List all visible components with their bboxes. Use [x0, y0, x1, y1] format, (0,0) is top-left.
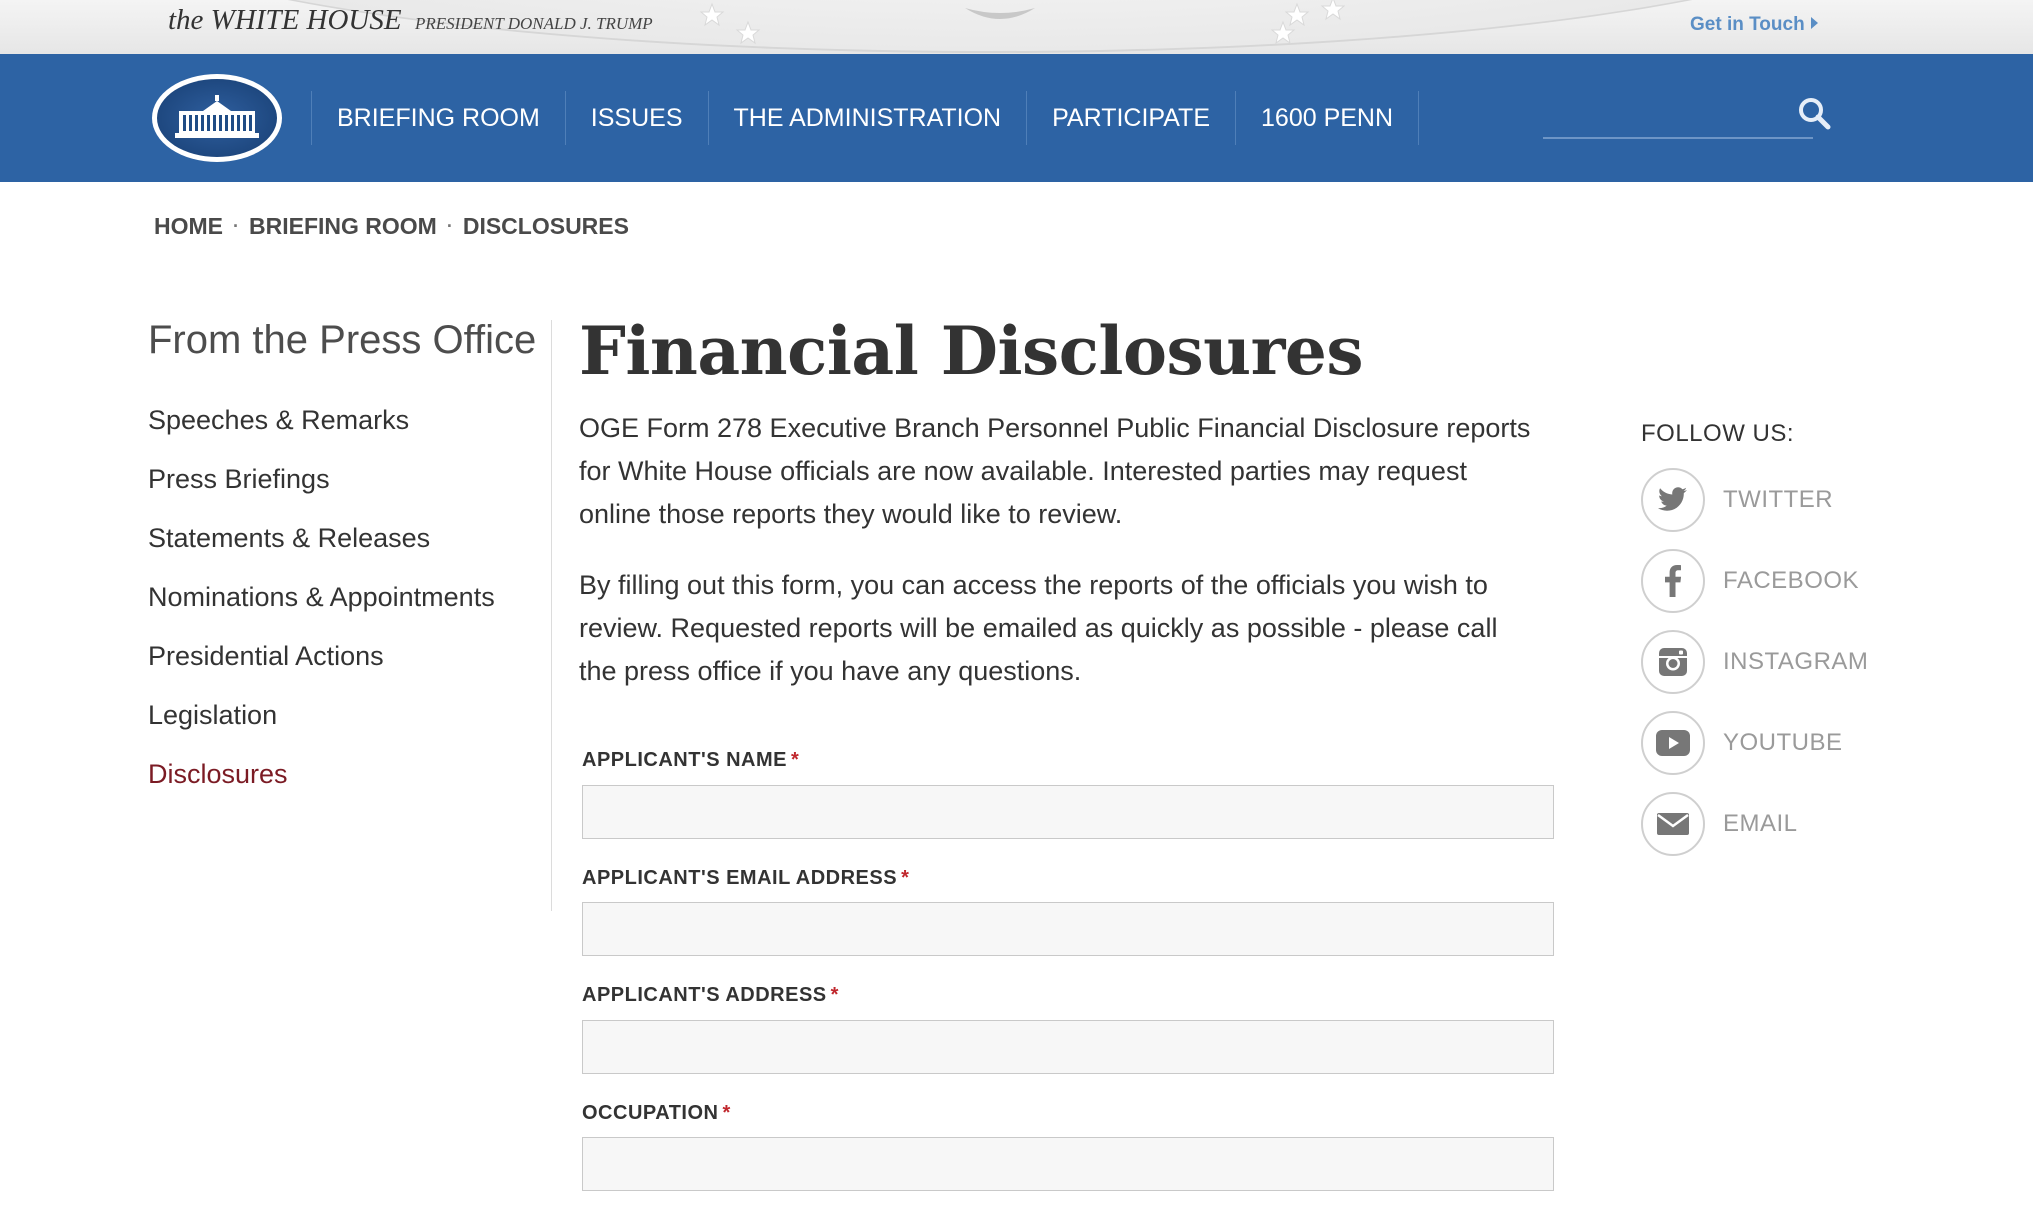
sidebar-item-nominations-appointments[interactable]: Nominations & Appointments	[148, 582, 495, 641]
applicant-name-field[interactable]	[582, 785, 1554, 839]
breadcrumb-separator: ·	[446, 216, 453, 236]
sidebar-item-press-briefings[interactable]: Press Briefings	[148, 464, 495, 523]
sidebar-item-statements-releases[interactable]: Statements & Releases	[148, 523, 495, 582]
nav-item-the-administration[interactable]: THE ADMINISTRATION	[707, 91, 1027, 145]
required-marker: *	[722, 1102, 731, 1124]
email-label: EMAIL	[1723, 810, 1798, 837]
search-input[interactable]	[1543, 104, 1793, 136]
nav-item-issues[interactable]: ISSUES	[564, 91, 708, 145]
applicant-email-label: APPLICANT'S EMAIL ADDRESS *	[582, 867, 909, 890]
applicant-email-field[interactable]	[582, 902, 1554, 956]
sidebar-item-disclosures[interactable]: Disclosures	[148, 759, 495, 818]
nav-item-briefing-room[interactable]: BRIEFING ROOM	[311, 91, 565, 145]
follow-facebook-link[interactable]: FACEBOOK	[1641, 549, 1859, 613]
email-icon	[1641, 792, 1705, 856]
top-banner: the WHITE HOUSE PRESIDENT DONALD J. TRUM…	[0, 0, 2033, 54]
instagram-icon	[1641, 630, 1705, 694]
white-house-logo[interactable]	[152, 74, 282, 162]
breadcrumb-disclosures[interactable]: DISCLOSURES	[463, 213, 629, 240]
main-nav: BRIEFING ROOM ISSUES THE ADMINISTRATION …	[0, 54, 2033, 182]
breadcrumb-home[interactable]: HOME	[154, 213, 223, 240]
required-marker: *	[790, 749, 800, 771]
page-title: Financial Disclosures	[579, 312, 1364, 390]
youtube-label: YOUTUBE	[1723, 729, 1843, 756]
get-in-touch-link[interactable]: Get in Touch	[1690, 14, 1818, 36]
applicant-name-label-text: APPLICANT'S NAME	[582, 749, 787, 771]
nav-menu: BRIEFING ROOM ISSUES THE ADMINISTRATION …	[311, 91, 1420, 145]
caret-right-icon	[1810, 17, 1818, 29]
site-subtitle: PRESIDENT DONALD J. TRUMP	[415, 14, 653, 33]
twitter-label: TWITTER	[1723, 486, 1834, 513]
sidebar-item-legislation[interactable]: Legislation	[148, 700, 495, 759]
instagram-label: INSTAGRAM	[1723, 648, 1869, 675]
breadcrumb-briefing-room[interactable]: BRIEFING ROOM	[249, 213, 437, 240]
sidebar-menu: Speeches & Remarks Press Briefings State…	[148, 405, 495, 818]
get-in-touch-label: Get in Touch	[1690, 14, 1805, 35]
search-icon[interactable]	[1797, 96, 1831, 130]
occupation-field[interactable]	[582, 1137, 1554, 1191]
twitter-icon	[1641, 468, 1705, 532]
occupation-label-text: OCCUPATION	[582, 1102, 719, 1124]
applicant-name-label: APPLICANT'S NAME *	[582, 749, 799, 772]
search-underline	[1543, 137, 1813, 139]
breadcrumb: HOME · BRIEFING ROOM · DISCLOSURES	[154, 213, 629, 240]
follow-us-heading: FOLLOW US:	[1641, 420, 1795, 447]
sidebar-divider	[551, 320, 552, 911]
follow-youtube-link[interactable]: YOUTUBE	[1641, 711, 1843, 775]
sidebar-title: From the Press Office	[148, 318, 537, 362]
applicant-address-label: APPLICANT'S ADDRESS *	[582, 984, 839, 1007]
follow-email-link[interactable]: EMAIL	[1641, 792, 1798, 856]
applicant-email-label-text: APPLICANT'S EMAIL ADDRESS	[582, 867, 898, 889]
site-brand[interactable]: the WHITE HOUSE	[168, 4, 402, 37]
instructions-paragraph: By filling out this form, you can access…	[579, 570, 1498, 686]
nav-item-1600-penn[interactable]: 1600 PENN	[1235, 91, 1420, 145]
follow-instagram-link[interactable]: INSTAGRAM	[1641, 630, 1868, 694]
required-marker: *	[901, 867, 910, 889]
applicant-address-label-text: APPLICANT'S ADDRESS	[582, 984, 827, 1006]
required-marker: *	[830, 984, 839, 1006]
sidebar-item-speeches-remarks[interactable]: Speeches & Remarks	[148, 405, 495, 464]
facebook-icon	[1641, 549, 1705, 613]
occupation-label: OCCUPATION *	[582, 1102, 731, 1125]
breadcrumb-separator: ·	[233, 216, 239, 236]
follow-twitter-link[interactable]: TWITTER	[1641, 468, 1833, 532]
youtube-icon	[1641, 711, 1705, 775]
applicant-address-field[interactable]	[582, 1020, 1554, 1074]
white-house-building-icon	[157, 79, 277, 157]
intro-paragraph: OGE Form 278 Executive Branch Personnel …	[579, 413, 1531, 529]
sidebar-item-presidential-actions[interactable]: Presidential Actions	[148, 641, 495, 700]
facebook-label: FACEBOOK	[1723, 567, 1860, 594]
nav-item-participate[interactable]: PARTICIPATE	[1026, 91, 1235, 145]
